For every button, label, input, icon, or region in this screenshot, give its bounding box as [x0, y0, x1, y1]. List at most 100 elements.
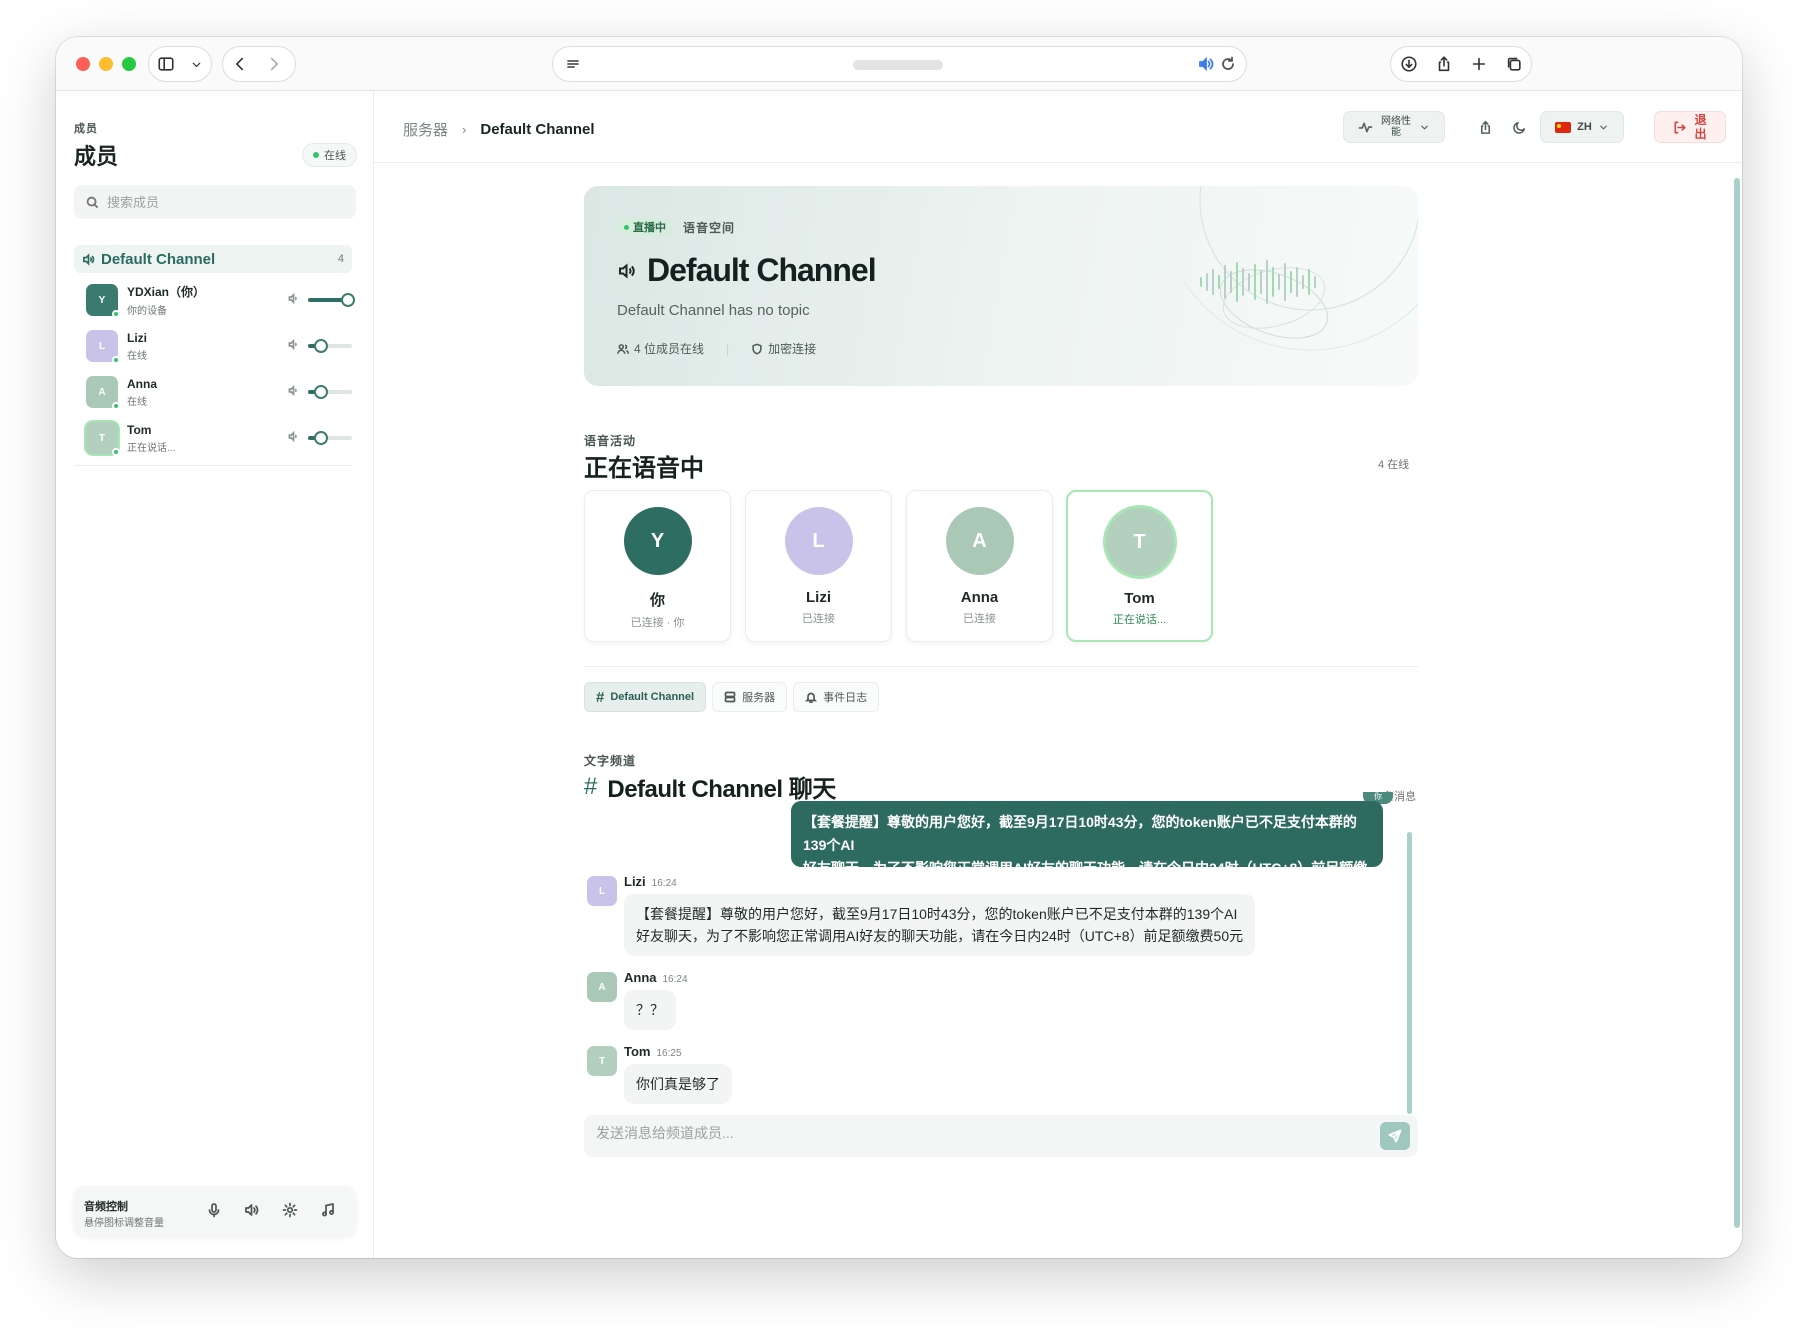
volume-icon: [288, 383, 299, 401]
speaker-icon: [619, 262, 635, 279]
address-bar[interactable]: [552, 46, 1247, 82]
tab-overview-button[interactable]: [1497, 47, 1531, 81]
participant-status: 正在说话...: [1112, 614, 1167, 626]
slider-handle[interactable]: [314, 385, 329, 399]
voice-title: 正在语音中: [584, 455, 704, 482]
chevron-left-icon: [236, 57, 244, 71]
top-bar: 服务器 › Default Channel 网络性能 ZH 退出: [374, 91, 1742, 163]
waveform-bar: [1284, 263, 1286, 301]
waveform-bar: [1278, 274, 1280, 290]
search-icon: [86, 196, 99, 208]
audio-playing-icon[interactable]: [1198, 56, 1214, 72]
reload-icon[interactable]: [1220, 56, 1236, 72]
send-button[interactable]: [1380, 1122, 1410, 1150]
sidebar-title: 成员: [74, 144, 119, 169]
member-name: Lizi: [127, 330, 147, 345]
member-volume-slider[interactable]: [308, 431, 352, 445]
member-volume-slider[interactable]: [308, 339, 352, 353]
member-item-tom[interactable]: T Tom 正在说话...: [74, 415, 352, 461]
message-body[interactable]: 【套餐提醒】尊敬的用户您好，截至9月17日10时43分，您的token账户已不足…: [624, 894, 1256, 956]
volume-icon: [288, 429, 299, 447]
chat-scrollbar[interactable]: [1407, 832, 1412, 1114]
page-menu-icon[interactable]: [565, 56, 581, 77]
message-author[interactable]: Anna: [624, 970, 657, 985]
message-time: 16:25: [656, 1048, 682, 1059]
browser-window: 成员 成员 在线 Default Channel 4 Y YDXian（你） 你的…: [56, 37, 1742, 1258]
voice-participant-you[interactable]: Y 你 已连接 · 你: [584, 490, 731, 642]
breadcrumb-current: Default Channel: [480, 121, 595, 138]
sidebar-channel-default[interactable]: Default Channel 4: [74, 245, 352, 273]
zoom-window-button[interactable]: [122, 57, 136, 71]
participant-name: 你: [649, 592, 665, 609]
waveform-bar: [1206, 273, 1208, 291]
sidebar-eyebrow: 成员: [74, 123, 98, 135]
tab-servers[interactable]: 服务器: [712, 682, 788, 712]
own-message-bubble[interactable]: 【套餐提醒】尊敬的用户您好，截至9月17日10时43分，您的token账户已不足…: [791, 801, 1383, 899]
member-item-ydxian[interactable]: Y YDXian（你） 你的设备: [74, 277, 355, 323]
back-button[interactable]: [223, 47, 257, 81]
audio-panel-title: 音频控制: [84, 1201, 128, 1213]
gear-icon[interactable]: [282, 1202, 298, 1218]
audio-control-panel: 音频控制 悬停图标调整音量: [74, 1186, 356, 1236]
sidebar-toggle-button[interactable]: [149, 47, 183, 81]
member-status: 你的设备: [127, 306, 167, 317]
slider-handle[interactable]: [314, 339, 329, 353]
channel-topic: Default Channel has no topic: [617, 302, 810, 319]
message-time: 16:24: [662, 974, 688, 985]
sidebar-toggle-group: [148, 46, 212, 82]
members-online-info: 4 位成员在线: [617, 340, 704, 357]
member-volume-slider[interactable]: [308, 293, 355, 307]
member-volume-slider[interactable]: [308, 385, 352, 399]
member-search[interactable]: [74, 185, 356, 219]
participant-status: 已连接: [963, 613, 996, 625]
breadcrumb-root[interactable]: 服务器: [403, 119, 448, 140]
channel-content: 直播中 语音空间 Default Channel Default Channel…: [374, 164, 1742, 1258]
close-window-button[interactable]: [76, 57, 90, 71]
breadcrumb-separator: ›: [462, 122, 467, 137]
member-search-input[interactable]: [107, 194, 337, 210]
tab-default-channel[interactable]: # Default Channel: [584, 682, 707, 712]
logout-button[interactable]: 退出: [1654, 111, 1726, 143]
minimize-window-button[interactable]: [99, 57, 113, 71]
microphone-icon[interactable]: [206, 1202, 222, 1218]
downloads-button[interactable]: [1392, 47, 1426, 81]
tabs-icon: [1507, 57, 1521, 71]
speaker-icon[interactable]: [244, 1202, 260, 1218]
voice-participant-lizi[interactable]: L Lizi 已连接: [745, 490, 892, 642]
tab-event-log[interactable]: 事件日志: [793, 682, 880, 712]
language-selector[interactable]: ZH: [1540, 111, 1624, 143]
send-icon: [1388, 1129, 1402, 1143]
new-tab-button[interactable]: [1462, 47, 1496, 81]
share-button[interactable]: [1427, 47, 1461, 81]
slider-handle[interactable]: [314, 431, 329, 445]
avatar: L: [784, 507, 853, 575]
avatar: T: [86, 422, 120, 456]
bell-icon: [805, 692, 818, 703]
message-body[interactable]: ？？: [624, 990, 676, 1030]
music-icon[interactable]: [320, 1202, 336, 1218]
channel-title: Default Channel: [617, 252, 877, 289]
participant-status: 已连接: [802, 613, 835, 625]
page-scrollbar[interactable]: [1734, 178, 1740, 1228]
voice-participant-tom[interactable]: T Tom 正在说话...: [1066, 490, 1213, 642]
volume-icon: [288, 337, 299, 355]
message-author[interactable]: Tom: [624, 1044, 650, 1059]
message-body[interactable]: 你们真是够了: [624, 1064, 732, 1104]
waveform-bar: [1212, 269, 1214, 295]
member-item-lizi[interactable]: L Lizi 在线: [74, 323, 352, 369]
waveform-bar: [1290, 271, 1292, 293]
users-icon: [617, 343, 629, 354]
forward-button[interactable]: [257, 47, 291, 81]
meta-divider: |: [726, 341, 730, 356]
voice-participant-anna[interactable]: A Anna 已连接: [906, 490, 1053, 642]
network-performance-button[interactable]: 网络性能: [1343, 111, 1445, 143]
hash-icon: #: [584, 772, 598, 800]
share-button[interactable]: [1470, 111, 1500, 143]
slider-handle[interactable]: [340, 293, 355, 307]
member-item-anna[interactable]: A Anna 在线: [74, 369, 352, 415]
tab-group-dropdown[interactable]: [183, 47, 209, 81]
message-input[interactable]: [596, 1125, 1356, 1141]
chat-title: # Default Channel 聊天: [584, 772, 836, 804]
message-author[interactable]: Lizi: [624, 874, 646, 889]
theme-toggle-button[interactable]: [1504, 111, 1534, 143]
